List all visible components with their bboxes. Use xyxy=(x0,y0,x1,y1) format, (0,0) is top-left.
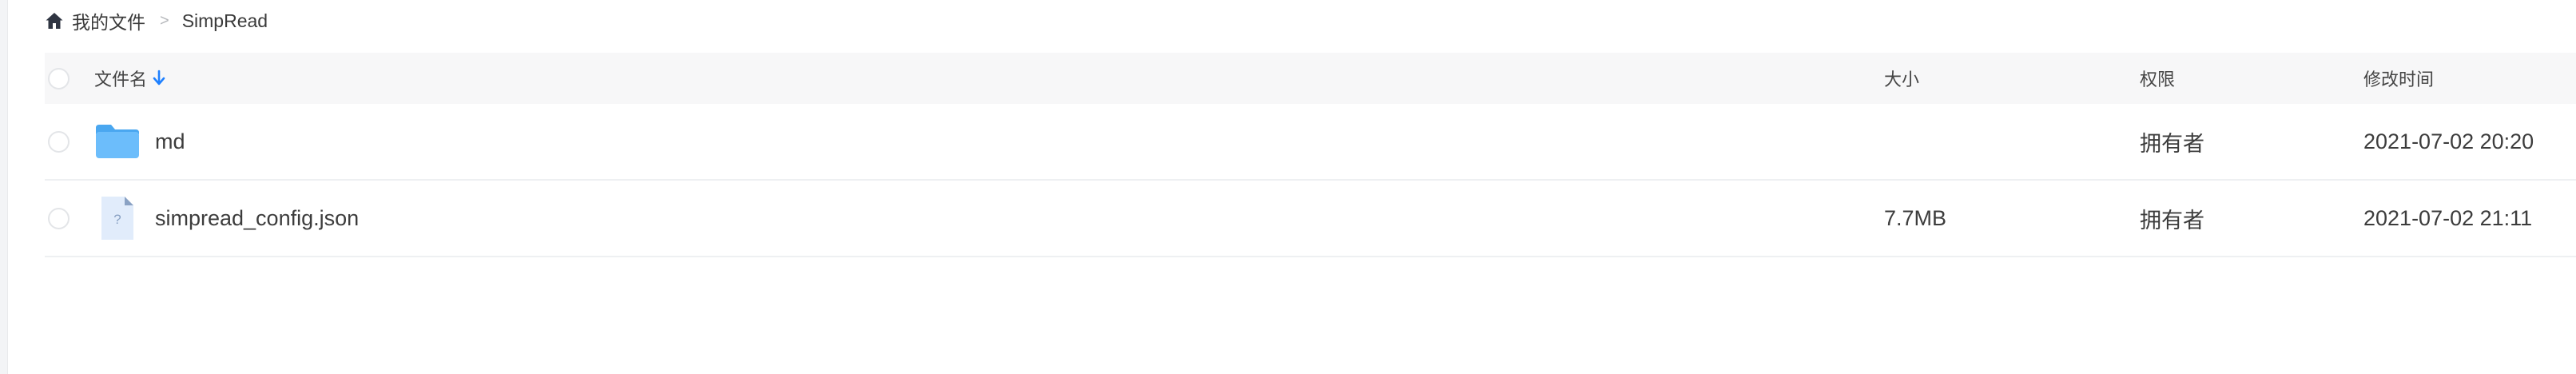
table-header: 文件名 大小 权限 修改时间 xyxy=(45,53,2576,104)
breadcrumb: 我的文件 > SimpRead xyxy=(45,5,268,37)
file-list: 文件名 大小 权限 修改时间 md 拥有者 2021-07-02 20:20 ?… xyxy=(45,53,2576,257)
breadcrumb-current[interactable]: SimpRead xyxy=(182,10,268,32)
file-modified-time: 2021-07-02 20:20 xyxy=(2363,129,2534,153)
row-checkbox[interactable] xyxy=(48,130,70,153)
select-all-checkbox[interactable] xyxy=(48,67,70,90)
file-modified-time: 2021-07-02 21:11 xyxy=(2363,205,2533,230)
file-permission: 拥有者 xyxy=(2140,208,2204,233)
home-icon[interactable] xyxy=(45,10,66,31)
column-header-name[interactable]: 文件名 xyxy=(94,66,147,91)
breadcrumb-root[interactable]: 我的文件 xyxy=(72,7,145,34)
column-header-permission[interactable]: 权限 xyxy=(2140,66,2175,91)
file-icon-glyph: ? xyxy=(113,212,121,227)
breadcrumb-separator: > xyxy=(160,11,169,30)
column-header-size[interactable]: 大小 xyxy=(1884,66,1919,91)
file-name[interactable]: md xyxy=(155,129,185,154)
file-size: 7.7MB xyxy=(1884,205,1947,230)
table-row[interactable]: ? simpread_config.json 7.7MB 拥有者 2021-07… xyxy=(45,181,2576,257)
arrow-down-icon[interactable] xyxy=(152,70,166,87)
folder-icon[interactable] xyxy=(94,118,141,165)
file-name[interactable]: simpread_config.json xyxy=(155,206,359,231)
row-checkbox[interactable] xyxy=(48,207,70,229)
table-row[interactable]: md 拥有者 2021-07-02 20:20 xyxy=(45,104,2576,181)
file-permission: 拥有者 xyxy=(2140,131,2204,156)
left-panel-edge xyxy=(0,0,8,374)
column-header-modified[interactable]: 修改时间 xyxy=(2363,66,2434,91)
unknown-file-icon[interactable]: ? xyxy=(94,195,141,241)
